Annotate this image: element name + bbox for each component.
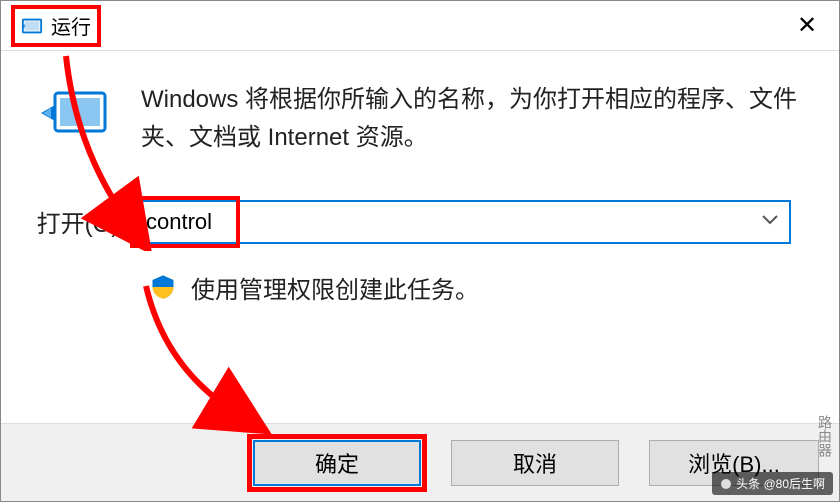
dialog-body: Windows 将根据你所输入的名称，为你打开相应的程序、文件夹、文档或 Int…: [1, 51, 839, 305]
admin-note-text: 使用管理权限创建此任务。: [191, 270, 479, 305]
run-icon: [21, 15, 43, 37]
open-row: 打开(O):: [21, 200, 819, 244]
open-input[interactable]: [134, 200, 791, 244]
watermark: 头条 @80后生啊: [712, 472, 833, 495]
watermark-icon: [720, 478, 732, 490]
description-text: Windows 将根据你所输入的名称，为你打开相应的程序、文件夹、文档或 Int…: [141, 81, 819, 158]
open-label: 打开(O):: [21, 204, 126, 239]
close-button[interactable]: ✕: [787, 9, 827, 41]
titlebar: 运行 ✕: [1, 1, 839, 51]
description-row: Windows 将根据你所输入的名称，为你打开相应的程序、文件夹、文档或 Int…: [21, 81, 819, 158]
cancel-button[interactable]: 取消: [451, 440, 619, 486]
close-icon: ✕: [797, 11, 817, 40]
annotation-arrow-2: [136, 281, 296, 441]
titlebar-content: 运行: [11, 5, 101, 47]
watermark-text: 头条 @80后生啊: [736, 475, 825, 492]
watermark-side: 路由器: [811, 411, 839, 461]
dialog-title: 运行: [51, 11, 91, 40]
run-dialog: 运行 ✕ Windows 将根据你所输入的名称，为你打开相应的程序、文件夹、文档…: [0, 0, 840, 502]
shield-icon: [149, 273, 177, 301]
ok-button-wrapper: 确定: [253, 440, 421, 486]
admin-note-row: 使用管理权限创建此任务。: [21, 270, 819, 305]
open-combobox[interactable]: [134, 200, 791, 244]
ok-button[interactable]: 确定: [253, 440, 421, 486]
run-icon-large: [41, 85, 111, 140]
